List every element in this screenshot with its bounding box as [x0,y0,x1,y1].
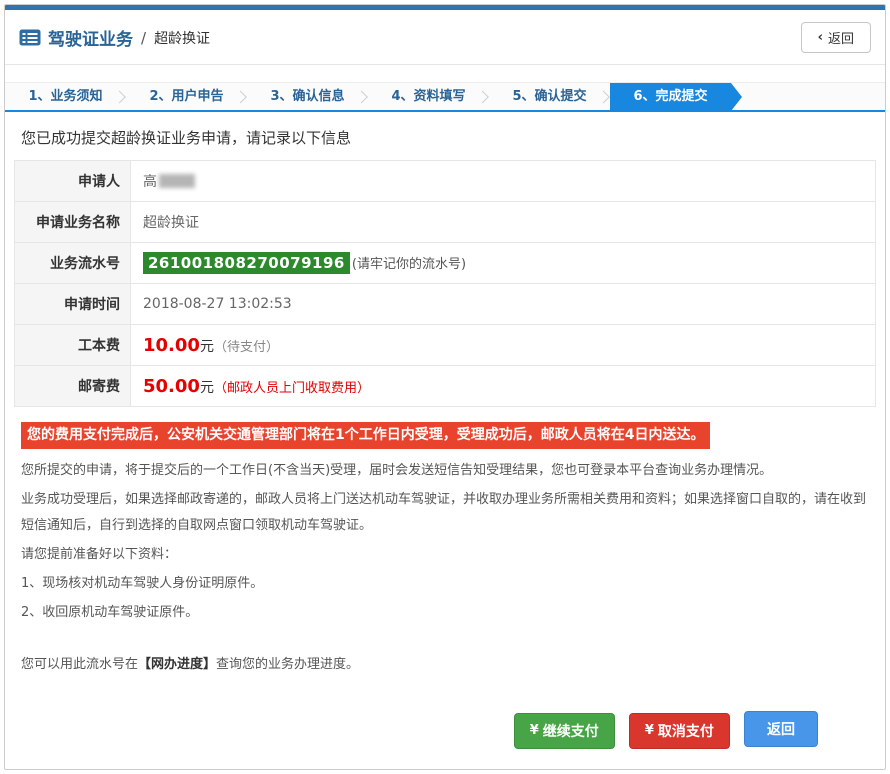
cancel-payment-button[interactable]: ¥ 取消支付 [629,713,730,749]
postage-fee-amount: 50.00 [143,376,200,397]
notice-paragraph-2: 业务成功受理后，如果选择邮政寄递的，邮政人员将上门送达机动车驾驶证，并收取办理业… [14,487,876,539]
step-confirm-submit[interactable]: 5、确认提交 [489,83,610,110]
continue-payment-button[interactable]: ¥ 继续支付 [514,713,615,749]
return-button-label: 返回 [767,719,795,739]
progress-hint-prefix: 您可以用此流水号在 [21,657,138,672]
table-row-serial-number: 业务流水号 261001808270079196(请牢记你的流水号) [15,243,876,284]
applicant-name-redacted [159,174,195,188]
row-value-apply-time: 2018-08-27 13:02:53 [131,284,876,325]
row-label-service-name: 申请业务名称 [15,202,131,243]
step-complete-submit[interactable]: 6、完成提交 [610,83,731,110]
production-fee-note: （待支付） [214,340,279,355]
continue-payment-label: 继续支付 [543,721,599,741]
notice-list-item-2: 2、收回原机动车驾驶证原件。 [14,600,876,626]
notice-paragraph-1: 您所提交的申请，将于提交后的一个工作日(不含当天)受理，届时会发送短信告知受理结… [14,458,876,484]
breadcrumb-current: 超龄换证 [154,28,210,48]
row-label-applicant: 申请人 [15,161,131,202]
row-value-serial-number: 261001808270079196(请牢记你的流水号) [131,243,876,284]
serial-number-badge: 261001808270079196 [143,252,350,274]
row-label-production-fee: 工本费 [15,325,131,366]
table-row-applicant: 申请人 高 [15,161,876,202]
license-list-icon [19,29,41,46]
serial-number-note: (请牢记你的流水号) [352,257,466,272]
row-label-postage-fee: 邮寄费 [15,366,131,407]
progress-query-link[interactable]: 【网办进度】 [138,657,216,672]
page-header: 驾驶证业务 / 超龄换证 ‹ 返回 [5,10,885,65]
step-label: 4、资料填写 [391,89,465,104]
row-label-serial-number: 业务流水号 [15,243,131,284]
row-label-apply-time: 申请时间 [15,284,131,325]
row-value-postage-fee: 50.00元（邮政人员上门收取费用） [131,366,876,407]
chevron-left-icon: ‹ [818,30,823,45]
production-fee-unit: 元 [200,339,214,355]
step-label: 3、确认信息 [270,89,344,104]
notice-paragraph-3: 请您提前准备好以下资料： [14,542,876,568]
applicant-name: 高 [143,174,157,190]
step-business-notice[interactable]: 1、业务须知 [5,83,126,110]
progress-hint-line: 您可以用此流水号在【网办进度】查询您的业务办理进度。 [14,652,876,678]
breadcrumb-separator: / [141,29,146,47]
page-container: 驾驶证业务 / 超龄换证 ‹ 返回 1、业务须知 2、用户申告 3、确认信息 4… [4,4,886,770]
back-button[interactable]: ‹ 返回 [801,22,871,53]
table-row-postage-fee: 邮寄费 50.00元（邮政人员上门收取费用） [15,366,876,407]
step-progress-bar: 1、业务须知 2、用户申告 3、确认信息 4、资料填写 5、确认提交 6、完成提… [5,82,885,112]
postage-fee-unit: 元 [200,380,214,396]
production-fee-amount: 10.00 [143,335,200,356]
return-button[interactable]: 返回 [744,711,818,747]
cancel-payment-label: 取消支付 [658,721,714,741]
step-label: 2、用户申告 [149,89,223,104]
back-button-label: 返回 [828,28,854,47]
step-label: 1、业务须知 [28,89,102,104]
step-confirm-info[interactable]: 3、确认信息 [247,83,368,110]
table-row-production-fee: 工本费 10.00元（待支付） [15,325,876,366]
application-info-table: 申请人 高 申请业务名称 超龄换证 业务流水号 2610018082700791… [14,160,876,407]
step-user-declaration[interactable]: 2、用户申告 [126,83,247,110]
payment-warning-banner: 您的费用支付完成后，公安机关交通管理部门将在1个工作日内受理，受理成功后，邮政人… [21,422,710,449]
yuan-icon: ¥ [530,723,539,738]
row-value-service-name: 超龄换证 [131,202,876,243]
breadcrumb: 驾驶证业务 / 超龄换证 [19,25,210,50]
row-value-applicant: 高 [131,161,876,202]
step-label: 6、完成提交 [633,89,707,104]
yuan-icon: ¥ [645,723,654,738]
main-content: 您已成功提交超龄换证业务申请，请记录以下信息 申请人 高 申请业务名称 超龄换证… [5,112,885,769]
action-buttons: ¥ 继续支付 ¥ 取消支付 返回 [14,681,876,769]
row-value-production-fee: 10.00元（待支付） [131,325,876,366]
notice-list-item-1: 1、现场核对机动车驾驶人身份证明原件。 [14,571,876,597]
table-row-service-name: 申请业务名称 超龄换证 [15,202,876,243]
step-fill-materials[interactable]: 4、资料填写 [368,83,489,110]
table-row-apply-time: 申请时间 2018-08-27 13:02:53 [15,284,876,325]
progress-hint-suffix: 查询您的业务办理进度。 [216,657,359,672]
postage-fee-note: （邮政人员上门收取费用） [214,381,370,396]
step-label: 5、确认提交 [512,89,586,104]
page-title: 驾驶证业务 [48,25,133,50]
success-message: 您已成功提交超龄换证业务申请，请记录以下信息 [14,112,876,160]
